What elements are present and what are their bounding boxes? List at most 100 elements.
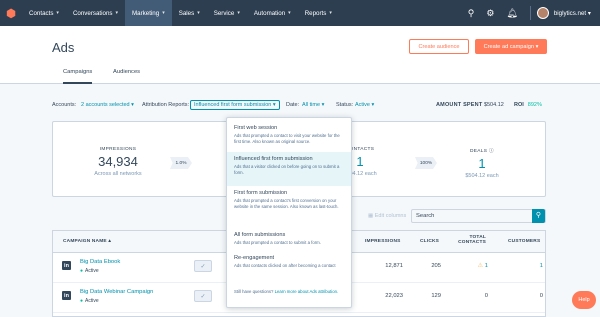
chevron-down-icon: ▾ xyxy=(535,43,539,50)
contacts-cell[interactable]: ⚠ 1 xyxy=(468,263,488,269)
attribution-option-first-form-submission[interactable]: First form submission Ads that prompted … xyxy=(227,188,351,228)
edit-columns-button[interactable]: ▦ Edit columns xyxy=(368,213,406,219)
tab-campaigns[interactable]: Campaigns xyxy=(63,69,93,84)
search-icon[interactable]: ⚲ xyxy=(532,209,545,223)
roi-label: ROI xyxy=(514,102,524,108)
nav-divider xyxy=(529,6,531,20)
nav-right: ⚲ ⚙ 🔔︎ biglytics.net ▾ xyxy=(462,0,600,26)
status-dot-icon: ● xyxy=(80,268,84,274)
impressions-cell: 22,023 xyxy=(385,293,403,299)
chevron-down-icon: ▾ xyxy=(197,10,200,16)
footer-text: Still have questions? xyxy=(234,289,274,294)
account-name: biglytics.net xyxy=(553,9,587,17)
status-text: Active xyxy=(85,298,99,304)
column-header-total-contacts[interactable]: TOTAL CONTACTS xyxy=(458,235,486,245)
roi: ROI 892% xyxy=(514,102,542,108)
search-placeholder: Search xyxy=(416,213,435,219)
button-label: Create ad campaign xyxy=(483,43,534,50)
header-label: CAMPAIGN NAME xyxy=(63,239,107,244)
accounts-filter[interactable]: 2 accounts selected ▾ xyxy=(81,102,134,108)
attribution-option-influenced-first-form[interactable]: Influenced first form submission Ads tha… xyxy=(227,152,351,186)
attribution-dropdown: First web session Ads that prompted a co… xyxy=(226,117,352,308)
clicks-cell: 129 xyxy=(431,293,441,299)
attribution-filter[interactable]: Influenced first form submission ▾ xyxy=(190,100,280,110)
nav-item-sales[interactable]: Sales ▾ xyxy=(172,0,207,26)
campaign-toggle[interactable]: ✓ xyxy=(194,260,212,272)
conversion-rate-arrow: 1.0% xyxy=(170,157,192,169)
chevron-down-icon: ▾ xyxy=(131,102,134,108)
info-icon[interactable]: ⓘ xyxy=(489,149,494,154)
status-filter[interactable]: Active ▾ xyxy=(355,102,374,108)
campaign-toggle[interactable]: ✓ xyxy=(194,290,212,302)
attribution-option-all-form-submissions[interactable]: All form submissions Ads that prompted a… xyxy=(227,230,351,252)
nav-label: Marketing xyxy=(132,9,160,17)
chevron-down-icon: ▾ xyxy=(329,10,332,16)
nav-label: Conversations xyxy=(72,9,113,17)
option-description: Ads that contacts clicked on after becom… xyxy=(234,263,336,268)
chevron-down-icon: ▾ xyxy=(115,10,119,16)
stat-value[interactable]: 1 xyxy=(459,156,505,171)
nav-item-conversations[interactable]: Conversations ▾ xyxy=(66,0,125,26)
option-title: All form submissions xyxy=(234,232,286,238)
status-label: Status: xyxy=(336,102,354,108)
amount-spent-label: AMOUNT SPENT xyxy=(436,102,483,108)
dropdown-footer: Still have questions? Learn more about A… xyxy=(234,289,347,295)
contacts-value: 1 xyxy=(484,263,488,269)
linkedin-icon: in xyxy=(62,291,71,300)
status-dot-icon: ● xyxy=(80,298,84,304)
status-text: Active xyxy=(85,268,99,274)
help-button[interactable]: Help xyxy=(572,291,596,309)
status-badge: ● Active xyxy=(80,298,99,304)
column-header-clicks[interactable]: CLICKS xyxy=(420,239,439,244)
campaign-name-link[interactable]: Big Data Webinar Campaign xyxy=(80,289,153,295)
column-header-campaign[interactable]: CAMPAIGN NAME ▴ xyxy=(63,239,111,244)
date-filter[interactable]: All time ▾ xyxy=(302,102,324,108)
create-ad-campaign-button[interactable]: Create ad campaign ▾ xyxy=(475,39,547,54)
impressions-cell: 12,871 xyxy=(385,263,403,269)
amount-spent-value: $504.12 xyxy=(483,102,504,108)
column-header-impressions[interactable]: IMPRESSIONS xyxy=(365,239,401,244)
chevron-down-icon: ▾ xyxy=(321,102,325,108)
attribution-option-first-web-session[interactable]: First web session Ads that prompted a co… xyxy=(227,123,351,151)
nav-item-service[interactable]: Service ▾ xyxy=(207,0,247,26)
customers-cell: 0 xyxy=(539,293,543,299)
option-description: Ads that prompted a contact to visit you… xyxy=(234,133,340,145)
gear-icon[interactable]: ⚙ xyxy=(486,8,494,19)
create-audience-button[interactable]: Create audience xyxy=(409,39,469,54)
attribution-option-re-engagement[interactable]: Re-engagement Ads that contacts clicked … xyxy=(227,253,351,283)
account-menu[interactable]: biglytics.net ▾ xyxy=(554,10,591,17)
bell-icon[interactable]: 🔔︎ xyxy=(506,8,517,19)
nav-label: Contacts xyxy=(29,9,54,17)
nav-item-contacts[interactable]: Contacts ▾ xyxy=(22,0,66,26)
warning-icon: ⚠ xyxy=(477,263,483,269)
status-badge: ● Active xyxy=(80,268,99,274)
top-navigation: ⬢ Contacts ▾ Conversations ▾ Marketing ▾ Sa… xyxy=(0,0,600,26)
tab-audiences[interactable]: Audiences xyxy=(113,69,140,75)
nav-item-reports[interactable]: Reports ▾ xyxy=(298,0,339,26)
contacts-cell: 0 xyxy=(484,293,488,299)
amount-spent: AMOUNT SPENT $504.12 xyxy=(436,102,504,108)
avatar[interactable] xyxy=(536,7,549,19)
search-icon[interactable]: ⚲ xyxy=(468,8,475,19)
option-title: Re-engagement xyxy=(234,255,275,261)
chevron-down-icon: ▾ xyxy=(237,10,240,16)
learn-more-link[interactable]: Learn more about Ads attribution. xyxy=(275,289,339,294)
option-title: Influenced first form submission xyxy=(234,156,313,162)
linkedin-icon: in xyxy=(62,261,71,270)
search-input[interactable]: Search ⚲ xyxy=(411,209,546,223)
chevron-down-icon: ▾ xyxy=(587,9,591,17)
attribution-value: Influenced first form submission xyxy=(194,102,272,108)
page-title: Ads xyxy=(52,40,75,55)
chevron-down-icon: ▾ xyxy=(162,10,165,16)
nav-item-marketing[interactable]: Marketing ▾ xyxy=(125,0,172,26)
deals-label: DEALS xyxy=(470,149,488,154)
date-label: Date: xyxy=(286,102,300,108)
customers-cell[interactable]: 1 xyxy=(523,263,543,269)
option-title: First web session xyxy=(234,125,278,131)
hubspot-logo-icon[interactable]: ⬢ xyxy=(0,0,22,26)
column-header-customers[interactable]: CUSTOMERS xyxy=(508,239,540,244)
nav-label: Automation xyxy=(253,9,286,17)
stat-sub: $504.12 each xyxy=(465,173,499,179)
nav-item-automation[interactable]: Automation ▾ xyxy=(247,0,298,26)
campaign-name-link[interactable]: Big Data Ebook xyxy=(80,259,120,265)
